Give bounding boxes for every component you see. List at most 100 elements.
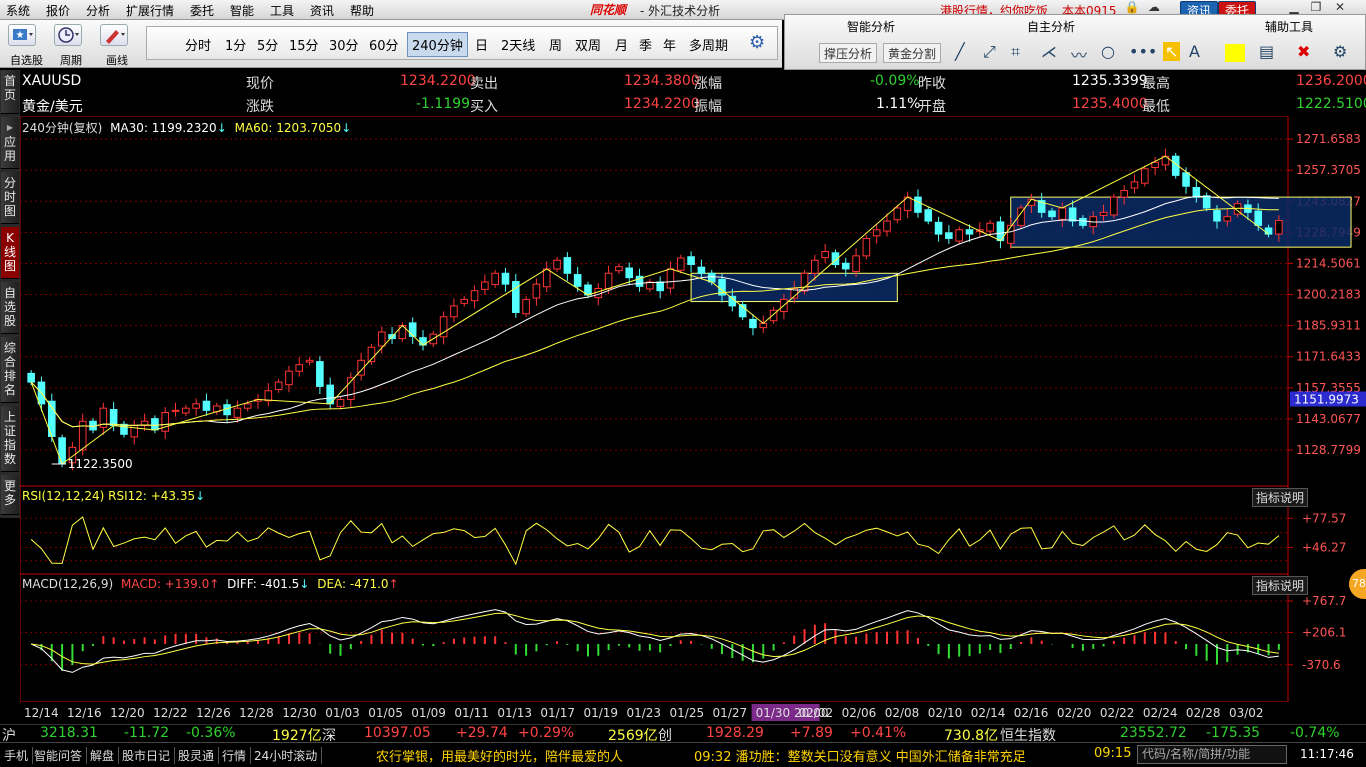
nav-timeshare[interactable]: 分时图 (1, 172, 19, 224)
period-icon[interactable] (54, 24, 82, 46)
close-icon[interactable]: ✕ (1330, 0, 1350, 14)
restore-icon[interactable]: ❐ (1306, 0, 1326, 14)
period-tab-biweek[interactable]: 双周 (575, 35, 601, 54)
x-tick-label: 02/24 (1143, 706, 1178, 720)
candle-body (965, 229, 974, 235)
golden-section-button[interactable]: 黄金分割 (883, 43, 942, 63)
menu-extended[interactable]: 扩展行情 (126, 2, 174, 19)
color-swatch[interactable] (1225, 44, 1245, 62)
period-tab-2day[interactable]: 2天线 (501, 35, 535, 54)
menu-quote[interactable]: 报价 (46, 2, 70, 19)
candle-body (481, 281, 489, 290)
period-tab-60min[interactable]: 60分 (369, 35, 399, 54)
menu-help[interactable]: 帮助 (350, 2, 374, 19)
ray-tool-icon[interactable]: ⤢ (983, 42, 996, 62)
period-tab-30min[interactable]: 30分 (329, 35, 359, 54)
rsi-svg[interactable]: +77.57 +46.27 (19, 485, 1366, 575)
rect-tool-icon[interactable]: ⌗ (1011, 42, 1020, 62)
toolbar: ★ 自选股 周期 画线 分时 1分 5分 15分 30分 60分 240分钟 日… (0, 20, 782, 68)
x-tick-label: 01/27 (713, 706, 748, 720)
draw-line-icon[interactable] (100, 24, 128, 46)
tool-settings-icon[interactable]: ⚙ (1333, 42, 1347, 61)
amp-label: 振幅 (694, 99, 722, 115)
period-tab-15min[interactable]: 15分 (289, 35, 319, 54)
settings-gear-icon[interactable]: ⚙ (749, 32, 765, 53)
line-tool-icon[interactable]: ╱ (955, 42, 965, 61)
text-tool-icon[interactable]: A (1189, 42, 1200, 61)
tab-mobile[interactable]: 手机 (0, 747, 34, 764)
period-tab-1min[interactable]: 1分 (225, 35, 246, 54)
candle-body (285, 370, 293, 386)
rsi-chart[interactable]: +77.57 +46.27 RSI(12,12,24) RSI12: +43.35… (19, 485, 1366, 575)
period-tab-fenshi[interactable]: 分时 (185, 35, 211, 54)
tab-market-review[interactable]: 解盘 (86, 747, 120, 764)
period-selector: 分时 1分 5分 15分 30分 60分 240分钟 日 2天线 周 双周 月 … (146, 26, 778, 60)
rsi-line (30, 516, 1280, 566)
menu-tools[interactable]: 工具 (270, 2, 294, 19)
tab-quotes[interactable]: 行情 (218, 747, 252, 764)
period-tab-multi[interactable]: 多周期 (689, 35, 728, 54)
save-drawing-icon[interactable]: ▤ (1259, 42, 1274, 61)
minimize-icon[interactable]: ▁ (1284, 0, 1304, 14)
nav-home[interactable]: 首页 (1, 70, 19, 114)
watchlist-icon[interactable]: ★ (8, 24, 36, 46)
kline-chart[interactable]: 1271.65831257.37051243.08271228.79491214… (19, 115, 1366, 487)
macd-chart[interactable]: +767.7 +206.1 -370.6 MACD(12,26,9) MACD: +… (19, 573, 1366, 703)
kline-svg[interactable]: 1271.65831257.37051243.08271228.79491214… (19, 115, 1366, 487)
lock-icon[interactable]: 🔒 (1122, 0, 1142, 14)
period-tab-month[interactable]: 月 (615, 35, 628, 54)
rsi-value: RSI(12,12,24) RSI12: +43.35 (22, 489, 196, 503)
y-tick-label: 1128.7799 (1296, 443, 1361, 457)
macd-help-button[interactable]: 指标说明 (1251, 576, 1308, 595)
candle-body (1110, 196, 1118, 216)
nav-more[interactable]: 更多 (1, 475, 19, 515)
wave-tool-icon[interactable]: 〰 (1071, 42, 1087, 66)
tab-diary[interactable]: 股市日记 (118, 747, 176, 764)
nav-apps[interactable]: ▶ 应用 (1, 117, 19, 169)
more-tools-icon[interactable]: ••• (1129, 42, 1157, 61)
y-tick-label: 1185.9311 (1296, 319, 1361, 333)
rsi-help-button[interactable]: 指标说明 (1251, 488, 1308, 507)
candle-body (1140, 168, 1149, 184)
period-tab-year[interactable]: 年 (663, 35, 676, 54)
menu-news[interactable]: 资讯 (310, 2, 334, 19)
y-tick-label: 1214.5061 (1296, 256, 1361, 270)
circle-tool-icon[interactable]: ○ (1101, 42, 1115, 61)
period-tab-day[interactable]: 日 (475, 35, 488, 54)
period-tab-5min[interactable]: 5分 (257, 35, 278, 54)
candle-body (687, 256, 695, 266)
y-tick-label: 1143.0677 (1296, 412, 1361, 426)
support-resistance-button[interactable]: 撑压分析 (819, 43, 878, 63)
y-tick-label: +46.27 (1302, 540, 1346, 554)
news-scroll-3[interactable]: 09:15 (1094, 746, 1131, 761)
period-tab-240min[interactable]: 240分钟 (407, 32, 468, 57)
cloud-icon[interactable]: ☁ (1144, 0, 1164, 14)
menu-trade[interactable]: 委托 (190, 2, 214, 19)
candle-body (615, 266, 623, 272)
nav-watchlist[interactable]: 自选股 (1, 282, 19, 334)
delete-drawing-icon[interactable]: ✖ (1297, 42, 1310, 61)
nav-shanghai-index[interactable]: 上证指数 (1, 406, 19, 472)
channel-tool-icon[interactable]: ⋌ (1041, 42, 1057, 61)
x-tick-label: 02/16 (1014, 706, 1049, 720)
nav-ranking[interactable]: 综合排名 (1, 337, 19, 403)
code-search-box[interactable]: 代码/名称/简拼/功能 (1137, 745, 1287, 764)
tab-stock-link[interactable]: 股灵通 (174, 747, 220, 764)
period-tab-quarter[interactable]: 季 (639, 35, 652, 54)
menu-system[interactable]: 系统 (6, 2, 30, 19)
menu-smart[interactable]: 智能 (230, 2, 254, 19)
main-indicator-header: 240分钟(复权) MA30: 1199.2320↓ MA60: 1203.70… (22, 119, 351, 136)
candle-body (27, 372, 35, 383)
period-tab-week[interactable]: 周 (549, 35, 562, 54)
tab-smart-qa[interactable]: 智能问答 (30, 747, 88, 764)
news-scroll-2[interactable]: 09:32 潘功胜：整数关口没有意义 中国外汇储备非常充足 (694, 746, 1026, 765)
x-tick-label: 12/14 (24, 706, 59, 720)
y-tick-label: -370.6 (1302, 658, 1341, 672)
candle-body (336, 398, 345, 407)
menu-analysis[interactable]: 分析 (86, 2, 110, 19)
news-scroll-1[interactable]: 农行掌银，用最美好的时光，陪伴最爱的人 (376, 746, 623, 765)
macd-svg[interactable]: +767.7 +206.1 -370.6 (19, 573, 1366, 703)
nav-kline[interactable]: K线图 (1, 227, 19, 279)
cursor-tool-icon[interactable]: ↖ (1163, 42, 1181, 61)
tab-24h-scroll[interactable]: 24小时滚动 (250, 747, 323, 764)
